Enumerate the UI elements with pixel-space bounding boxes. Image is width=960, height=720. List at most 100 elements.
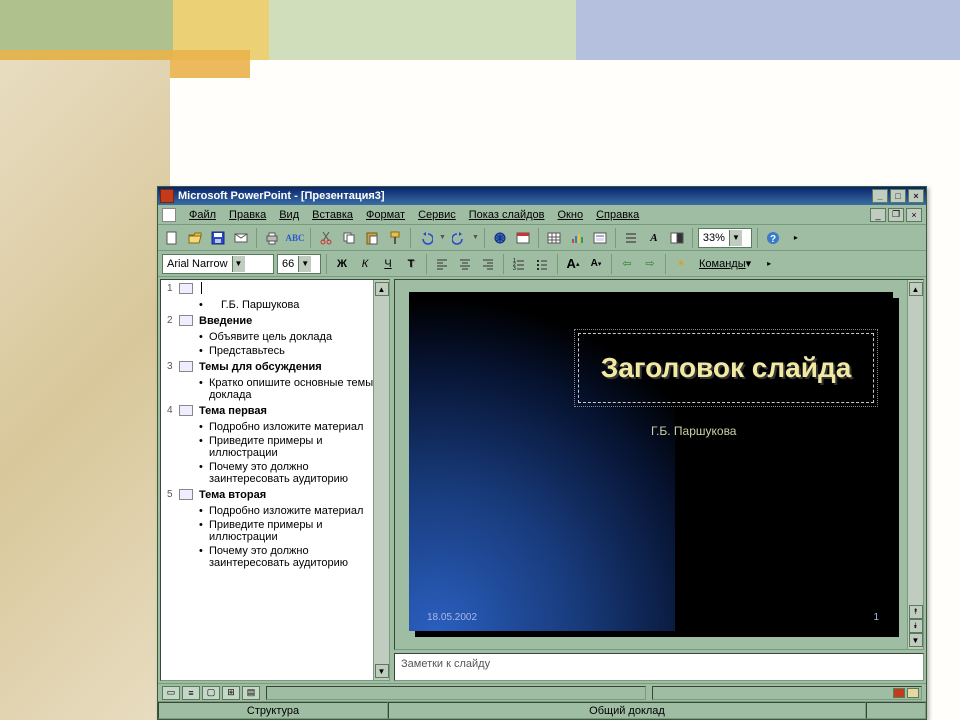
chevron-down-icon[interactable]: ▼ [729,230,742,246]
insert-table-button[interactable] [544,228,564,248]
toolbar-options-button[interactable]: ▸ [759,254,779,274]
cut-button[interactable] [316,228,336,248]
slide-title-text[interactable]: Заголовок слайда [601,352,852,384]
outline-bullet[interactable]: Объявите цель доклада [161,330,389,344]
italic-button[interactable]: К [355,254,375,274]
outline-bullet[interactable]: Подробно изложите материал [161,504,389,518]
demote-button[interactable]: ⇨ [640,254,660,274]
outline-bullet[interactable]: Кратко опишите основные темы доклада [161,376,389,402]
copy-button[interactable] [339,228,359,248]
menu-edit[interactable]: Правка [223,207,272,223]
bold-button[interactable]: Ж [332,254,352,274]
menu-window[interactable]: Окно [552,207,590,223]
slideshow-view-button[interactable]: ▤ [242,686,260,700]
outline-view-button[interactable]: ≡ [182,686,200,700]
outline-bullet[interactable]: Приведите примеры и иллюстрации [161,518,389,544]
expand-button[interactable] [621,228,641,248]
mail-button[interactable] [231,228,251,248]
draw-guide2-icon[interactable] [907,688,919,698]
outline-pane[interactable]: 1 Г.Б. Паршукова 2Введение Объявите цель… [160,279,390,681]
next-slide-button[interactable]: ⯯ [909,619,923,633]
notes-pane[interactable]: Заметки к слайду [394,653,924,681]
menu-help[interactable]: Справка [590,207,645,223]
zoom-combo[interactable]: 33% ▼ [698,228,752,248]
font-combo[interactable]: Arial Narrow ▼ [162,254,274,274]
insert-chart-button[interactable] [567,228,587,248]
slide-view-button[interactable]: ▢ [202,686,220,700]
doc-minimize-button[interactable]: _ [870,208,886,222]
menu-file[interactable]: Файл [183,207,222,223]
slide-pane[interactable]: Заголовок слайда Г.Б. Паршукова 18.05.20… [394,279,924,650]
decrease-font-button[interactable]: A▾ [586,254,606,274]
close-button[interactable]: × [908,189,924,203]
underline-button[interactable]: Ч [378,254,398,274]
outline-bullet[interactable]: Представьтесь [161,344,389,358]
hscrollbar-right[interactable] [652,686,922,700]
outline-slide-header[interactable]: 2Введение [161,312,389,330]
normal-view-button[interactable]: ▭ [162,686,180,700]
scroll-down-icon[interactable]: ▼ [909,633,923,647]
slide-scrollbar[interactable]: ▲ ⯭ ⯯ ▼ [907,280,923,649]
animation-effects-button[interactable]: ✶ [671,254,691,274]
increase-font-button[interactable]: A▴ [563,254,583,274]
menu-tools[interactable]: Сервис [412,207,462,223]
align-right-button[interactable] [478,254,498,274]
outline-slide-header[interactable]: 5Тема вторая [161,486,389,504]
outline-bullet[interactable]: Почему это должно заинтересовать аудитор… [161,460,389,486]
slide-title-placeholder[interactable]: Заголовок слайда [578,333,873,403]
chevron-down-icon[interactable]: ▼ [232,256,245,272]
slide-subtitle[interactable]: Г.Б. Паршукова [651,424,736,438]
menu-format[interactable]: Формат [360,207,411,223]
scroll-down-icon[interactable]: ▼ [375,664,389,678]
doc-restore-button[interactable]: ❐ [888,208,904,222]
sorter-view-button[interactable]: ⊞ [222,686,240,700]
title-bar[interactable]: Microsoft PowerPoint - [Презентация3] _ … [158,187,926,205]
hscrollbar[interactable] [266,686,646,700]
prev-slide-button[interactable]: ⯭ [909,605,923,619]
outline-bullet[interactable]: Подробно изложите материал [161,420,389,434]
commands-button[interactable]: Команды ▾ [694,254,756,274]
new-button[interactable] [162,228,182,248]
menu-slideshow[interactable]: Показ слайдов [463,207,551,223]
numbered-list-button[interactable]: 123 [509,254,529,274]
toolbar-options-button[interactable]: ▸ [786,228,806,248]
hyperlink-button[interactable] [490,228,510,248]
outline-slide-header[interactable]: 1 [161,280,389,298]
outline-bullet[interactable]: Приведите примеры и иллюстрации [161,434,389,460]
outline-slide-header[interactable]: 3Темы для обсуждения [161,358,389,376]
shadow-button[interactable]: T [401,254,421,274]
chevron-down-icon[interactable]: ▼ [298,256,311,272]
show-formatting-button[interactable]: A [644,228,664,248]
document-icon[interactable] [162,208,176,222]
draw-guide-icon[interactable] [893,688,905,698]
align-center-button[interactable] [455,254,475,274]
outline-scrollbar[interactable]: ▲ ▼ [373,280,389,680]
print-button[interactable] [262,228,282,248]
save-button[interactable] [208,228,228,248]
spellcheck-button[interactable]: ABC [285,228,305,248]
slide-canvas[interactable]: Заголовок слайда Г.Б. Паршукова 18.05.20… [409,292,893,631]
grayscale-button[interactable] [667,228,687,248]
scroll-up-icon[interactable]: ▲ [375,282,389,296]
format-painter-button[interactable] [385,228,405,248]
web-toolbar-button[interactable] [513,228,533,248]
outline-author[interactable]: Г.Б. Паршукова [161,298,389,312]
maximize-button[interactable]: □ [890,189,906,203]
outline-slide-header[interactable]: 4Тема первая [161,402,389,420]
redo-button[interactable] [449,228,469,248]
paste-button[interactable] [362,228,382,248]
font-size-combo[interactable]: 66 ▼ [277,254,321,274]
align-left-button[interactable] [432,254,452,274]
new-slide-button[interactable] [590,228,610,248]
undo-button[interactable] [416,228,436,248]
menu-view[interactable]: Вид [273,207,305,223]
open-button[interactable] [185,228,205,248]
menu-insert[interactable]: Вставка [306,207,359,223]
bulleted-list-button[interactable] [532,254,552,274]
doc-close-button[interactable]: × [906,208,922,222]
minimize-button[interactable]: _ [872,189,888,203]
promote-button[interactable]: ⇦ [617,254,637,274]
outline-bullet[interactable]: Почему это должно заинтересовать аудитор… [161,544,389,570]
help-button[interactable]: ? [763,228,783,248]
scroll-up-icon[interactable]: ▲ [909,282,923,296]
